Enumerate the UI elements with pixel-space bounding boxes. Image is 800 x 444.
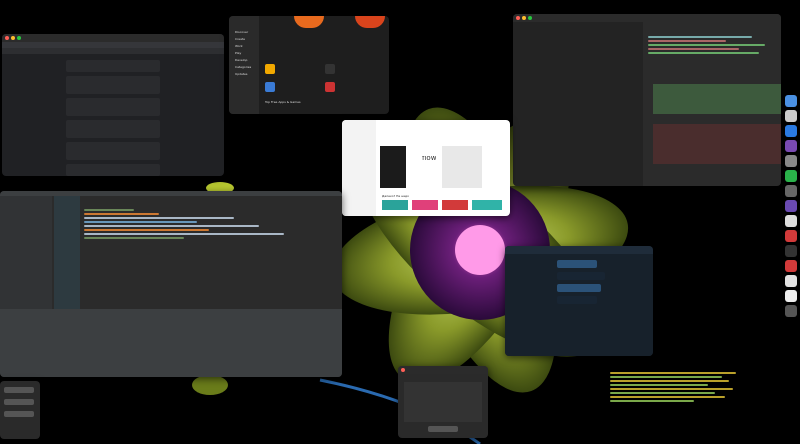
music-sidebar [342,120,376,216]
playlist-tile[interactable] [412,200,438,210]
chat-window[interactable] [505,246,653,356]
minimize-button[interactable] [522,16,526,20]
code-area[interactable] [84,207,334,307]
panel-button[interactable] [4,387,34,393]
editor-window[interactable] [513,14,781,186]
message-input[interactable] [505,348,653,356]
app-icon[interactable] [265,82,275,92]
structure-panel[interactable] [54,196,80,309]
app-icon[interactable] [785,140,797,152]
hero-banner[interactable] [294,16,324,28]
app-icon[interactable] [325,82,335,92]
panel-button[interactable] [4,399,34,405]
playlist-tile[interactable] [472,200,502,210]
app-store-icon[interactable] [785,125,797,137]
file-tree[interactable] [513,22,643,186]
message-bubble [557,284,601,292]
app-icon[interactable] [785,170,797,182]
message-bubble [557,296,597,304]
music-brand: flow [422,156,437,161]
music-window[interactable]: flow Далеко? Не надо [342,120,510,216]
minimize-button[interactable] [11,36,15,40]
sidebar-item-play[interactable]: Play [235,51,259,56]
section-heading: Далеко? Не надо [382,194,409,198]
editor-title-bar[interactable] [513,14,781,22]
ide-window[interactable] [0,191,342,377]
console-panel[interactable] [0,309,342,377]
dialog-window[interactable] [398,366,488,438]
trash-icon[interactable] [785,305,797,317]
sidebar-item-discover[interactable]: Discover [235,30,259,35]
app-icon[interactable] [785,215,797,227]
close-button[interactable] [516,16,520,20]
app-icon[interactable] [785,290,797,302]
viber-icon[interactable] [785,200,797,212]
browser-bookmarks-bar [2,48,224,54]
chrome-icon[interactable] [785,230,797,242]
list-item[interactable] [66,76,160,94]
diff-highlight [653,124,781,164]
finder-icon[interactable] [785,95,797,107]
list-item[interactable] [66,142,160,160]
browser-title-bar[interactable] [2,34,224,42]
close-button[interactable] [401,368,405,372]
list-item[interactable] [66,164,160,176]
dialog-body [404,382,482,422]
section-title: Top Free Apps & Games [265,100,301,104]
message-bubble [557,272,605,280]
app-icon[interactable] [785,185,797,197]
app-icon[interactable] [785,155,797,167]
maximize-button[interactable] [17,36,21,40]
sidebar-item-create[interactable]: Create [235,37,259,42]
playlist-tile[interactable] [442,200,468,210]
close-button[interactable] [5,36,9,40]
dock [782,92,800,354]
app-icon[interactable] [785,260,797,272]
ok-button[interactable] [428,426,458,432]
hero-banner[interactable] [355,16,385,28]
sidebar-item-updates[interactable]: Updates [235,72,259,77]
list-item[interactable] [66,60,160,72]
chat-header[interactable] [505,246,653,254]
small-panel[interactable] [0,381,40,439]
app-icon[interactable] [785,245,797,257]
browser-content [66,60,160,176]
sidebar-item-work[interactable]: Work [235,44,259,49]
app-icon[interactable] [785,275,797,287]
chat-list[interactable] [509,260,549,356]
app-icon[interactable] [265,64,275,74]
album-cover[interactable] [380,146,406,188]
app-icon[interactable] [325,64,335,74]
app-icon[interactable] [785,110,797,122]
diff-highlight [653,84,781,114]
list-item[interactable] [66,98,160,116]
appstore-sidebar: Discover Create Work Play Develop Catego… [229,16,259,114]
playlist-tile[interactable] [382,200,408,210]
browser-window[interactable] [2,34,224,176]
album-cover[interactable] [442,146,482,188]
maximize-button[interactable] [528,16,532,20]
sidebar-item-categories[interactable]: Categories [235,65,259,70]
sidebar-item-develop[interactable]: Develop [235,58,259,63]
terminal-text [610,370,750,440]
list-item[interactable] [66,120,160,138]
message-bubble [557,260,597,268]
appstore-window[interactable]: Discover Create Work Play Develop Catego… [229,16,389,114]
project-tree[interactable] [0,196,52,309]
panel-button[interactable] [4,411,34,417]
dialog-title-bar[interactable] [398,366,488,374]
